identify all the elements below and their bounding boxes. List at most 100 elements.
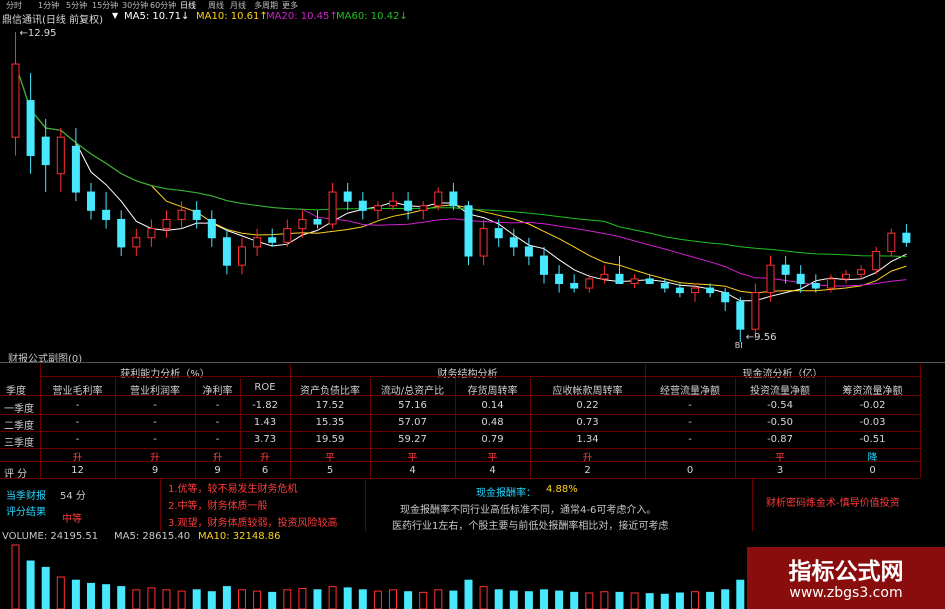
table-group-header: 获利能力分析（%） bbox=[120, 369, 210, 380]
candle-body bbox=[117, 218, 126, 248]
candle-body bbox=[11, 63, 20, 138]
candle-body bbox=[585, 278, 594, 289]
dropdown-icon[interactable]: ▼ bbox=[112, 11, 118, 20]
table-cell: 15.35 bbox=[315, 417, 345, 428]
candle-body bbox=[600, 273, 609, 280]
candle-body bbox=[675, 287, 684, 294]
cash-return-desc: 医药行业1左右，个股主要与前低处报酬率相比对，接近可考虑 bbox=[392, 521, 669, 532]
cash-return-title: 现金报酬率： bbox=[476, 488, 536, 499]
summary-result-title: 评分结果 bbox=[6, 507, 46, 518]
score-cell: 0 bbox=[869, 465, 876, 476]
candle-body bbox=[419, 205, 428, 211]
volume-bar bbox=[343, 587, 352, 609]
toolbar-tab[interactable]: 周线 bbox=[208, 0, 224, 11]
volume-bar bbox=[162, 589, 171, 609]
volume-bar bbox=[358, 589, 367, 609]
candle-body bbox=[615, 273, 624, 284]
score-cell: 4 bbox=[409, 465, 416, 476]
table-cell: - bbox=[215, 434, 220, 445]
table-cell: - bbox=[153, 434, 157, 445]
table-divider bbox=[160, 478, 161, 531]
score-cell: 2 bbox=[584, 465, 591, 476]
table-cell: - bbox=[75, 417, 80, 428]
toolbar-tab[interactable]: 日线 bbox=[180, 0, 196, 11]
volume-bar bbox=[419, 591, 428, 609]
toolbar-tab[interactable]: 1分钟 bbox=[38, 0, 59, 11]
candle-body bbox=[238, 246, 246, 266]
toolbar-tab[interactable]: 5分钟 bbox=[66, 0, 87, 11]
table-divider bbox=[0, 461, 920, 462]
candle-body bbox=[796, 273, 805, 284]
volume-bar bbox=[434, 589, 443, 609]
volume-bar bbox=[509, 590, 518, 609]
table-divider bbox=[920, 364, 921, 478]
volume-bar bbox=[41, 566, 50, 609]
quarter-label: 一季度 bbox=[4, 404, 34, 415]
volume-bar bbox=[177, 590, 186, 609]
candle-body bbox=[645, 278, 654, 284]
ma10-value: MA10: 10.61↑ bbox=[196, 11, 268, 22]
candle-body bbox=[872, 250, 881, 271]
table-cell: -0.54 bbox=[767, 400, 793, 411]
volume-bar bbox=[675, 592, 684, 609]
table-divider bbox=[825, 378, 826, 478]
volume-bar bbox=[298, 588, 307, 609]
table-cell: - bbox=[688, 434, 692, 445]
table-divider bbox=[645, 364, 646, 478]
site-watermark: 指标公式网 www.zbgs3.com bbox=[747, 547, 945, 609]
candle-body bbox=[524, 246, 533, 257]
candle-body bbox=[283, 228, 292, 243]
volume-bar bbox=[479, 586, 488, 609]
quarter-label: 二季度 bbox=[4, 421, 34, 432]
toolbar-tab[interactable]: 15分钟 bbox=[92, 0, 118, 11]
ma10-line bbox=[15, 63, 907, 294]
volume-bar bbox=[524, 591, 533, 609]
volume-bar bbox=[585, 592, 594, 609]
volume-value: VOLUME: 24195.51 bbox=[2, 531, 99, 542]
candle-body bbox=[87, 191, 95, 211]
table-cell: - bbox=[153, 400, 157, 411]
volume-bar bbox=[540, 589, 548, 609]
toolbar-tab[interactable]: 60分钟 bbox=[150, 0, 176, 11]
table-cell: - bbox=[215, 417, 220, 428]
toolbar-tab[interactable]: 月线 bbox=[230, 0, 246, 11]
volume-bar bbox=[464, 579, 473, 609]
score-cell: 4 bbox=[489, 465, 496, 476]
rating-note: 1.优等，较不易发生财务危机 bbox=[168, 484, 298, 495]
table-cell: - bbox=[75, 434, 80, 445]
volume-bar bbox=[147, 587, 156, 609]
table-divider bbox=[530, 378, 531, 478]
candle-body bbox=[887, 232, 896, 252]
candle-body bbox=[177, 209, 186, 220]
volume-ma10: MA10: 32148.86 bbox=[198, 531, 281, 542]
toolbar-tab[interactable]: 30分钟 bbox=[122, 0, 148, 11]
volume-bar bbox=[615, 591, 624, 609]
candle-body bbox=[132, 237, 141, 248]
table-cell: 0.79 bbox=[481, 434, 504, 445]
table-cell: 0.73 bbox=[576, 417, 599, 428]
candle-body bbox=[434, 191, 443, 207]
rating-note: 2.中等，财务体质一般 bbox=[168, 501, 268, 512]
candle-body bbox=[630, 278, 639, 284]
volume-ma5: MA5: 28615.40 bbox=[114, 531, 191, 542]
table-group-header: 财务结构分析 bbox=[437, 369, 498, 380]
volume-bar bbox=[87, 582, 95, 609]
score-cell: 6 bbox=[261, 465, 269, 476]
toolbar-tab[interactable]: 更多 bbox=[282, 0, 298, 11]
table-divider bbox=[195, 378, 196, 478]
candle-body bbox=[328, 191, 337, 225]
candle-body bbox=[162, 218, 171, 230]
table-cell: - bbox=[688, 417, 692, 428]
table-divider bbox=[0, 431, 920, 432]
toolbar-tab[interactable]: 分时 bbox=[6, 0, 22, 11]
table-divider bbox=[735, 378, 736, 478]
candle-body bbox=[555, 273, 564, 284]
table-cell: 0.48 bbox=[481, 417, 504, 428]
volume-bar bbox=[56, 576, 65, 609]
volume-bar bbox=[691, 591, 699, 609]
volume-bar bbox=[117, 586, 126, 609]
candle-body bbox=[41, 136, 50, 166]
toolbar-tab[interactable]: 多周期 bbox=[254, 0, 278, 11]
score-cell: 0 bbox=[686, 465, 694, 476]
volume-bar bbox=[645, 593, 654, 609]
